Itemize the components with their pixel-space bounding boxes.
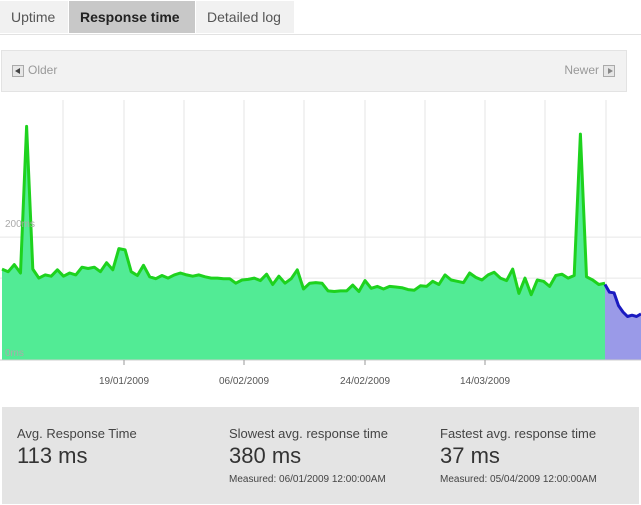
summary-panel: Avg. Response Time 113 ms Slowest avg. r… [2,407,639,504]
newer-label: Newer [564,63,599,77]
stat-label: Avg. Response Time [17,426,137,441]
x-tick-label: 14/03/2009 [460,376,510,387]
tab-bar: Uptime Response time Detailed log [0,0,641,35]
tab-uptime[interactable]: Uptime [0,1,68,33]
stat-label: Slowest avg. response time [229,426,388,441]
older-label: Older [28,63,58,77]
response-time-chart: 200ms 0ms 19/01/2009 06/02/2009 24/02/2009… [0,100,641,387]
y-tick-label: 200ms [5,219,35,230]
newer-button[interactable]: Newer [564,62,615,78]
x-tick-labels: 19/01/2009 06/02/2009 24/02/2009 14/03/2009 [99,360,510,387]
x-tick-label: 19/01/2009 [99,376,149,387]
stat-label: Fastest avg. response time [440,426,597,441]
pager-bar: Older Newer [1,50,627,92]
y-tick-label: 0ms [5,348,24,359]
older-button[interactable]: Older [12,62,57,78]
stat-value: 37 ms [440,443,500,468]
stat-measured: Measured: 06/01/2009 12:00:00AM [229,474,386,485]
series-area-recent [605,284,641,360]
stat-measured: Measured: 05/04/2009 12:00:00AM [440,474,597,485]
stat-value: 380 ms [229,443,302,468]
slowest-response-stat: Slowest avg. response time 380 ms Measur… [229,426,388,485]
stat-value: 113 ms [17,443,88,468]
fastest-response-stat: Fastest avg. response time 37 ms Measure… [440,426,597,485]
tab-response-time[interactable]: Response time [69,1,195,33]
tab-detailed-log[interactable]: Detailed log [196,1,294,33]
x-tick-label: 06/02/2009 [219,376,269,387]
arrow-right-icon [603,64,615,77]
arrow-left-icon [12,64,24,77]
avg-response-stat: Avg. Response Time 113 ms [17,426,137,469]
x-tick-label: 24/02/2009 [340,376,390,387]
